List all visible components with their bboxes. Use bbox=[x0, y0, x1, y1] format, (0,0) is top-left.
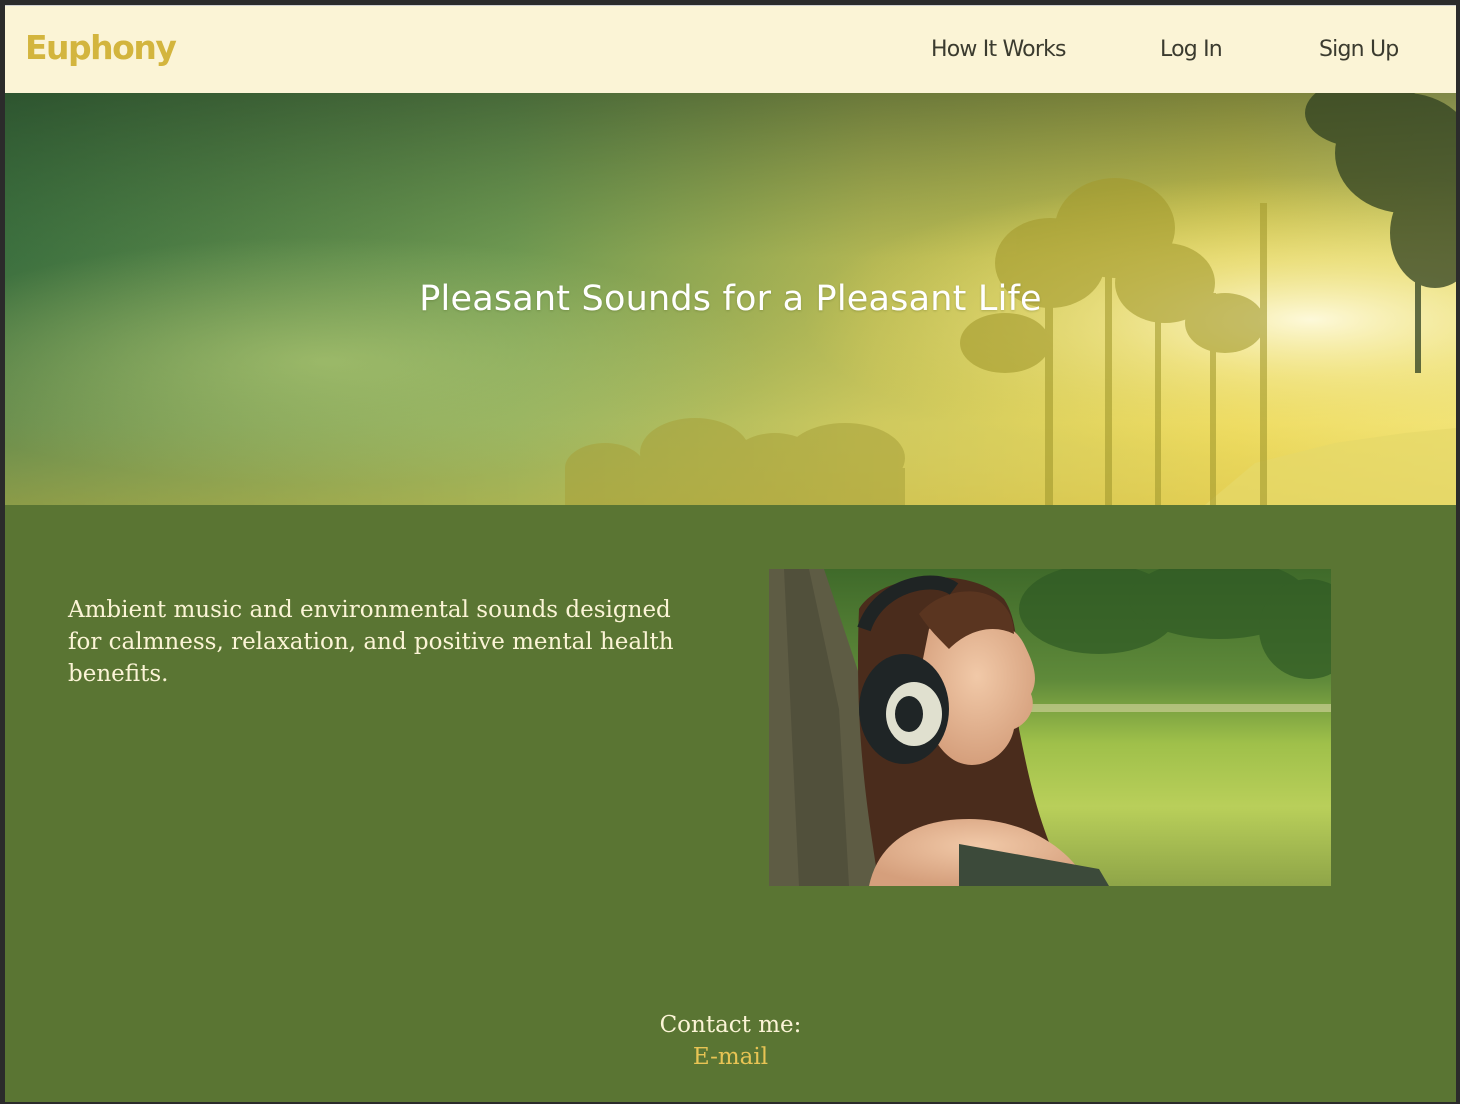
hero-banner: Pleasant Sounds for a Pleasant Life bbox=[5, 93, 1456, 505]
email-link-label[interactable]: E-mail bbox=[693, 1044, 768, 1070]
browser-viewport: Euphony How It Works Log In Sign Up Plea… bbox=[5, 5, 1456, 1102]
hero-title: Pleasant Sounds for a Pleasant Life bbox=[419, 279, 1042, 319]
nav-how-it-works[interactable]: How It Works bbox=[931, 37, 1066, 62]
nav-log-in[interactable]: Log In bbox=[1160, 37, 1223, 62]
intro-description: Ambient music and environmental sounds d… bbox=[68, 597, 674, 687]
brand-logo[interactable]: Euphony bbox=[25, 28, 177, 67]
nav-sign-up[interactable]: Sign Up bbox=[1319, 37, 1399, 62]
woman-with-headphones-photo bbox=[769, 569, 1331, 886]
top-navbar: Euphony How It Works Log In Sign Up bbox=[5, 6, 1456, 93]
email-link[interactable]: E-mail bbox=[5, 1044, 1456, 1070]
contact-label: Contact me: bbox=[659, 1012, 802, 1038]
